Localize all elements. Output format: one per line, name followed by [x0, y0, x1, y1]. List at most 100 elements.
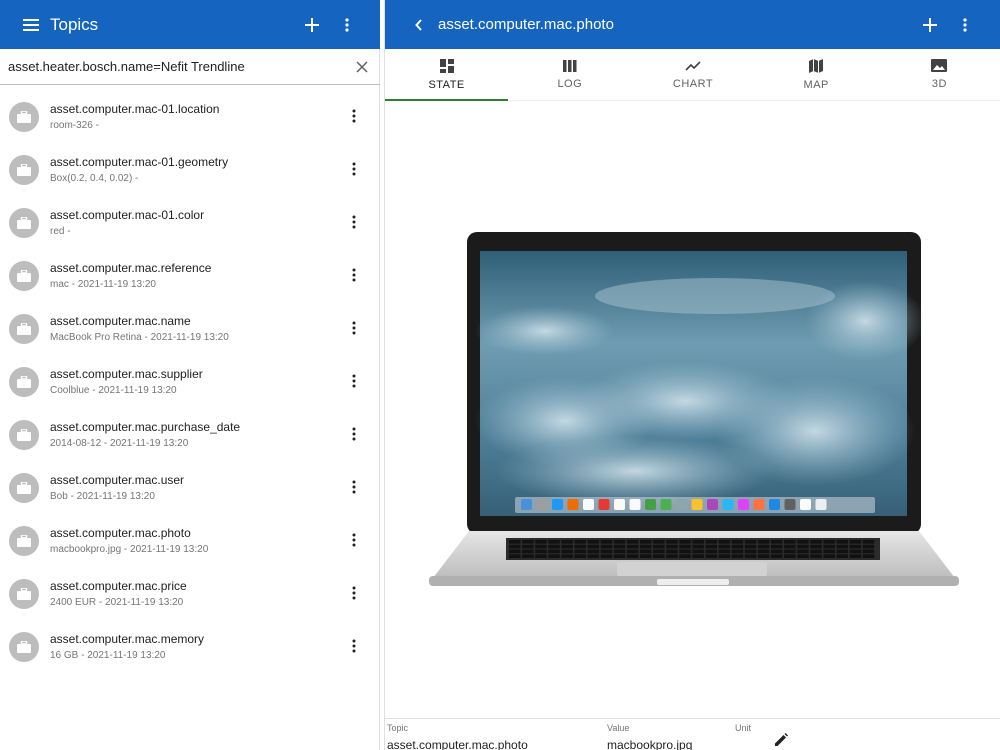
detail-appbar: asset.computer.mac.photo: [385, 0, 1000, 49]
more-vert-icon[interactable]: [342, 316, 366, 340]
briefcase-icon: [9, 260, 39, 291]
list-item-title: asset.computer.mac.reference: [50, 260, 212, 275]
more-vert-icon[interactable]: [342, 634, 366, 658]
more-vert-icon[interactable]: [331, 9, 363, 41]
list-item-text: asset.computer.mac-01.geometry Box(0.2, 0…: [50, 154, 380, 186]
more-vert-icon[interactable]: [342, 369, 366, 393]
list-item-text: asset.computer.mac.reference mac - 2021-1…: [50, 260, 380, 292]
chevron-left-icon[interactable]: [403, 9, 435, 41]
list-item[interactable]: asset.computer.mac.supplier Coolblue - 20…: [0, 355, 380, 408]
list-item[interactable]: asset.computer.mac.user Bob - 2021-11-19 …: [0, 461, 380, 514]
view-tabs: STATE LOG CHART MAP 3D: [385, 49, 1000, 101]
more-vert-icon[interactable]: [342, 263, 366, 287]
list-item-subtitle: 2014-08-12 - 2021-11-19 13:20: [50, 437, 189, 449]
list-item-subtitle: 16 GB - 2021-11-19 13:20: [50, 649, 166, 661]
list-item-title: asset.computer.mac.price: [50, 578, 187, 593]
more-vert-icon[interactable]: [342, 528, 366, 552]
briefcase-icon: [9, 525, 39, 556]
list-item-title: asset.computer.mac.memory: [50, 631, 205, 646]
more-vert-icon[interactable]: [342, 422, 366, 446]
list-item-subtitle: room-326 -: [50, 119, 99, 131]
topic-search: [0, 49, 380, 85]
trending-icon: [685, 60, 701, 71]
image-icon: [931, 59, 948, 72]
laptop-photo: [429, 232, 959, 586]
list-item-subtitle: red -: [50, 225, 71, 237]
value-label: Value: [607, 723, 630, 733]
list-item-subtitle: Bob - 2021-11-19 13:20: [50, 490, 155, 502]
list-item-text: asset.computer.mac-01.location room-326 -: [50, 101, 380, 133]
list-item-title: asset.computer.mac.purchase_date: [50, 419, 241, 434]
briefcase-icon: [9, 419, 39, 450]
list-item[interactable]: asset.computer.mac-01.location room-326 -: [0, 90, 380, 143]
state-view: [385, 101, 1000, 719]
topics-title: Topics: [50, 15, 99, 34]
columns-icon: [562, 59, 577, 72]
topic-list: asset.computer.mac-01.location room-326 -…: [0, 90, 380, 673]
unit-label: Unit: [735, 723, 752, 733]
list-item-title: asset.computer.mac-01.color: [50, 207, 205, 222]
list-item-text: asset.computer.mac.price 2400 EUR - 2021-…: [50, 578, 380, 610]
pencil-icon[interactable]: [771, 730, 791, 750]
tab-state[interactable]: STATE: [385, 49, 509, 101]
detail-title: asset.computer.mac.photo: [438, 16, 614, 33]
more-vert-icon[interactable]: [342, 210, 366, 234]
topic-label: Topic: [387, 723, 409, 733]
topics-panel: Topics asset.computer.mac-01.location roo…: [0, 0, 380, 750]
list-item-text: asset.computer.mac-01.color red -: [50, 207, 380, 239]
list-item-subtitle: Box(0.2, 0.4, 0.02) -: [50, 172, 139, 184]
plus-icon[interactable]: [296, 9, 328, 41]
list-item-title: asset.computer.mac.photo: [50, 525, 191, 540]
search-input[interactable]: [8, 59, 352, 74]
more-vert-icon[interactable]: [342, 104, 366, 128]
briefcase-icon: [9, 101, 39, 132]
more-vert-icon[interactable]: [342, 475, 366, 499]
more-vert-icon[interactable]: [342, 157, 366, 181]
tab-chart[interactable]: CHART: [631, 49, 754, 100]
value-value: macbookpro.jpg: [607, 738, 693, 750]
tab-log-label: LOG: [557, 77, 583, 90]
menu-icon[interactable]: [16, 9, 48, 41]
tab-map-label: MAP: [803, 78, 829, 91]
briefcase-icon: [9, 207, 39, 238]
list-item-text: asset.computer.mac.photo macbookpro.jpg -…: [50, 525, 380, 557]
topic-detail-footer: Topic asset.computer.mac.photo Value mac…: [385, 720, 1000, 750]
list-item-text: asset.computer.mac.purchase_date 2014-08-…: [50, 419, 380, 451]
tab-3d[interactable]: 3D: [878, 49, 1000, 100]
list-item-title: asset.computer.mac-01.geometry: [50, 154, 229, 169]
list-item[interactable]: asset.computer.mac.name MacBook Pro Retin…: [0, 302, 380, 355]
list-item-title: asset.computer.mac.user: [50, 472, 185, 487]
more-vert-icon[interactable]: [949, 9, 981, 41]
tab-state-label: STATE: [428, 78, 465, 91]
list-item[interactable]: asset.computer.mac.price 2400 EUR - 2021-…: [0, 567, 380, 620]
topic-value: asset.computer.mac.photo: [387, 738, 528, 750]
briefcase-icon: [9, 313, 39, 344]
tab-log[interactable]: LOG: [508, 49, 631, 100]
close-icon[interactable]: [352, 57, 372, 77]
dashboard-icon: [439, 58, 454, 73]
more-vert-icon[interactable]: [342, 581, 366, 605]
list-item-title: asset.computer.mac.name: [50, 313, 191, 328]
topics-appbar: Topics: [0, 0, 380, 49]
briefcase-icon: [9, 154, 39, 185]
list-item[interactable]: asset.computer.mac-01.geometry Box(0.2, 0…: [0, 143, 380, 196]
list-item-text: asset.computer.mac.supplier Coolblue - 20…: [50, 366, 380, 398]
list-item[interactable]: asset.computer.mac.photo macbookpro.jpg -…: [0, 514, 380, 567]
list-item-title: asset.computer.mac.supplier: [50, 366, 203, 381]
list-item-text: asset.computer.mac.name MacBook Pro Retin…: [50, 313, 380, 345]
list-item[interactable]: asset.computer.mac.memory 16 GB - 2021-11…: [0, 620, 380, 673]
list-item-subtitle: Coolblue - 2021-11-19 13:20: [50, 384, 177, 396]
briefcase-icon: [9, 578, 39, 609]
briefcase-icon: [9, 631, 39, 662]
list-item[interactable]: asset.computer.mac.purchase_date 2014-08-…: [0, 408, 380, 461]
detail-panel: asset.computer.mac.photo STATE LOG CHART…: [384, 0, 1000, 750]
tab-map[interactable]: MAP: [755, 49, 878, 100]
list-item[interactable]: asset.computer.mac-01.color red -: [0, 196, 380, 249]
list-item-subtitle: macbookpro.jpg - 2021-11-19 13:20: [50, 543, 209, 555]
list-item-subtitle: 2400 EUR - 2021-11-19 13:20: [50, 596, 184, 608]
plus-icon[interactable]: [914, 9, 946, 41]
briefcase-icon: [9, 472, 39, 503]
briefcase-icon: [9, 366, 39, 397]
list-item[interactable]: asset.computer.mac.reference mac - 2021-1…: [0, 249, 380, 302]
tab-3d-label: 3D: [931, 78, 947, 90]
